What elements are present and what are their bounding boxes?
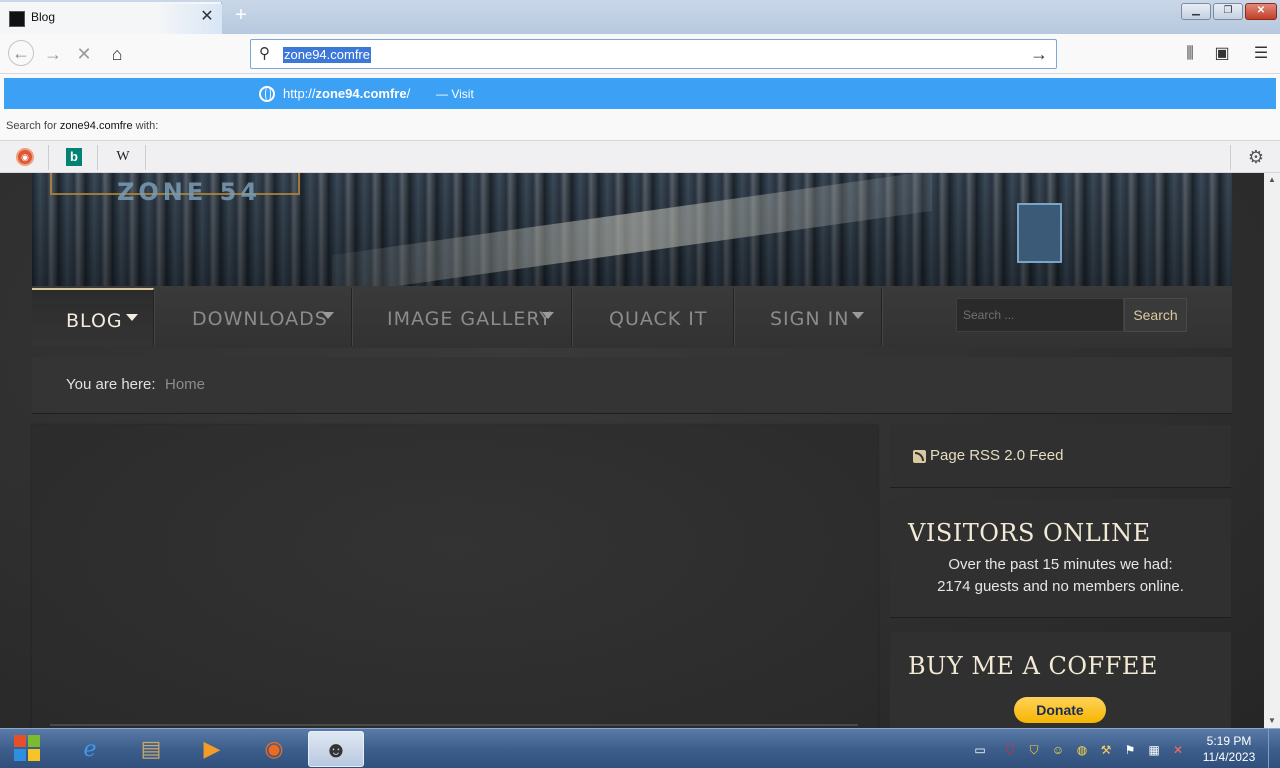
search-settings-gear-icon[interactable]: ⚙ <box>1246 147 1266 167</box>
menu-sign-in[interactable]: SIGN IN <box>736 288 882 346</box>
hamburger-menu-icon[interactable]: ☰ <box>1250 43 1272 65</box>
shield-icon[interactable]: ⛉ <box>1002 742 1018 758</box>
bing-icon[interactable]: b <box>66 148 82 166</box>
go-arrow-icon[interactable]: → <box>1028 43 1050 65</box>
visitors-title: VISITORS ONLINE <box>908 519 1151 547</box>
internet-explorer-icon[interactable]: ℯ <box>62 731 118 767</box>
main-content-panel <box>32 425 878 728</box>
scroll-down-arrow-icon[interactable]: ▼ <box>1264 714 1280 728</box>
breadcrumb: You are here: Home <box>32 357 1232 413</box>
breadcrumb-home-link[interactable]: Home <box>165 376 205 393</box>
coffee-title: BUY ME A COFFEE <box>908 652 1158 680</box>
navigation-toolbar: ← → ✕ ⌂ ⚲ zone94.comfre → ⫼ ▣ ☰ <box>0 34 1280 74</box>
rss-feed-box: Page RSS 2.0 Feed <box>890 425 1231 487</box>
url-suggestion-panel: http://zone94.comfre/ — Visit Search for… <box>0 74 1280 140</box>
menu-label: QUACK IT <box>609 308 708 330</box>
divider <box>1230 145 1231 170</box>
menu-quack-it[interactable]: QUACK IT <box>574 288 734 346</box>
url-input[interactable]: zone94.comfre <box>283 47 371 63</box>
dropdown-caret-icon <box>542 312 554 319</box>
divider <box>145 145 146 170</box>
site-favicon-icon <box>9 11 25 27</box>
divider <box>50 724 858 726</box>
show-desktop-button[interactable] <box>1268 729 1280 768</box>
site-menu: BLOG DOWNLOADS IMAGE GALLERY QUACK IT SI… <box>32 286 1232 348</box>
duckduckgo-icon[interactable]: ◉ <box>16 148 34 166</box>
new-tab-button[interactable]: + <box>229 4 253 28</box>
network-icon[interactable]: ▦ <box>1146 742 1162 758</box>
back-arrow-icon[interactable]: ← <box>8 40 34 66</box>
minimize-button[interactable]: ▁ <box>1181 3 1211 20</box>
visitors-text-line1: Over the past 15 minutes we had: <box>948 556 1173 573</box>
breadcrumb-label: You are here: <box>66 376 156 393</box>
clock-date[interactable]: 11/4/2023 <box>1196 750 1262 764</box>
maximize-button[interactable]: ❐ <box>1213 3 1243 20</box>
visitors-online-box: VISITORS ONLINE Over the past 15 minutes… <box>890 499 1231 617</box>
home-icon[interactable]: ⌂ <box>105 42 129 66</box>
library-icon[interactable]: ⫼ <box>1179 43 1201 65</box>
suggestion-url: http://zone94.comfre/ <box>283 86 411 101</box>
action-center-flag-icon[interactable]: ⚑ <box>1122 742 1138 758</box>
visitors-text-line2: 2174 guests and no members online. <box>937 578 1184 595</box>
clock-time[interactable]: 5:19 PM <box>1196 734 1262 748</box>
banner-monorail <box>332 173 932 296</box>
tools-icon[interactable]: ⚒ <box>1098 742 1114 758</box>
firefox-icon[interactable]: ◉ <box>246 731 302 767</box>
dropdown-caret-icon <box>852 312 864 319</box>
sidebar-icon[interactable]: ▣ <box>1211 43 1233 65</box>
file-explorer-icon[interactable]: ▤ <box>123 731 179 767</box>
site-logo[interactable]: ZONE 54 <box>117 178 261 206</box>
menu-label: IMAGE GALLERY <box>387 308 552 330</box>
banner-tower <box>1017 203 1062 263</box>
site-search-button[interactable]: Search <box>1124 298 1187 332</box>
buy-me-a-coffee-box: BUY ME A COFFEE Donate <box>890 632 1231 728</box>
dropdown-caret-icon <box>126 314 138 321</box>
tab-blog[interactable]: Blog ✕ <box>0 2 222 34</box>
menu-downloads[interactable]: DOWNLOADS <box>156 288 352 346</box>
rss-feed-link[interactable]: Page RSS 2.0 Feed <box>930 447 1063 464</box>
forward-arrow-icon[interactable]: → <box>41 42 65 66</box>
site-banner: ZONE 54 <box>32 173 1232 296</box>
divider <box>97 145 98 170</box>
donate-button[interactable]: Donate <box>1014 697 1106 723</box>
browser-titlebar: Blog ✕ + ▁ ❐ ✕ <box>0 0 1280 34</box>
volume-muted-icon[interactable]: ✕ <box>1170 742 1186 758</box>
close-window-button[interactable]: ✕ <box>1245 3 1277 20</box>
scroll-up-arrow-icon[interactable]: ▲ <box>1264 173 1280 187</box>
suggestion-visit-row[interactable]: http://zone94.comfre/ — Visit <box>4 78 1276 109</box>
keyboard-icon[interactable]: ▭ <box>972 742 988 758</box>
smiley-icon[interactable]: ☺ <box>1050 742 1066 758</box>
search-engine-bar: ◉ b W ⚙ <box>0 140 1280 173</box>
menu-label: DOWNLOADS <box>192 308 328 330</box>
site-search-placeholder: Search ... <box>963 308 1015 322</box>
search-icon: ⚲ <box>259 45 270 62</box>
stop-loading-icon[interactable]: ✕ <box>72 42 96 66</box>
menu-label: SIGN IN <box>770 308 850 330</box>
url-bar[interactable]: ⚲ zone94.comfre → <box>250 39 1057 69</box>
tab-close-icon[interactable]: ✕ <box>198 7 216 27</box>
dropdown-caret-icon <box>322 312 334 319</box>
wikipedia-icon[interactable]: W <box>114 148 132 166</box>
media-player-icon[interactable]: ▶ <box>184 731 240 767</box>
search-with-label: Search for zone94.comfre with: <box>6 120 159 132</box>
tab-title: Blog <box>31 10 56 24</box>
divider <box>48 145 49 170</box>
rss-icon <box>913 450 926 463</box>
start-button[interactable] <box>2 729 54 768</box>
menu-label: BLOG <box>66 310 123 332</box>
page-scrollbar[interactable]: ▲ ▼ <box>1264 173 1280 728</box>
menu-blog[interactable]: BLOG <box>32 288 154 346</box>
taskbar: ℯ ▤ ▶ ◉ ☻ ▭ ⛉ ⛉ ☺ ◍ ⚒ ⚑ ▦ ✕ 5:19 PM 11/4… <box>0 728 1280 768</box>
windows-logo-icon <box>14 735 42 763</box>
active-app-raccoon-icon[interactable]: ☻ <box>308 731 364 767</box>
globe-icon <box>259 86 275 102</box>
web-page: ZONE 54 BLOG DOWNLOADS IMAGE GALLERY QUA… <box>0 173 1264 728</box>
menu-image-gallery[interactable]: IMAGE GALLERY <box>354 288 572 346</box>
suggestion-visit-label: — Visit <box>436 87 474 101</box>
notification-icon[interactable]: ◍ <box>1074 742 1090 758</box>
security-shield-icon[interactable]: ⛉ <box>1026 742 1042 758</box>
site-search-input[interactable]: Search ... <box>956 298 1124 332</box>
